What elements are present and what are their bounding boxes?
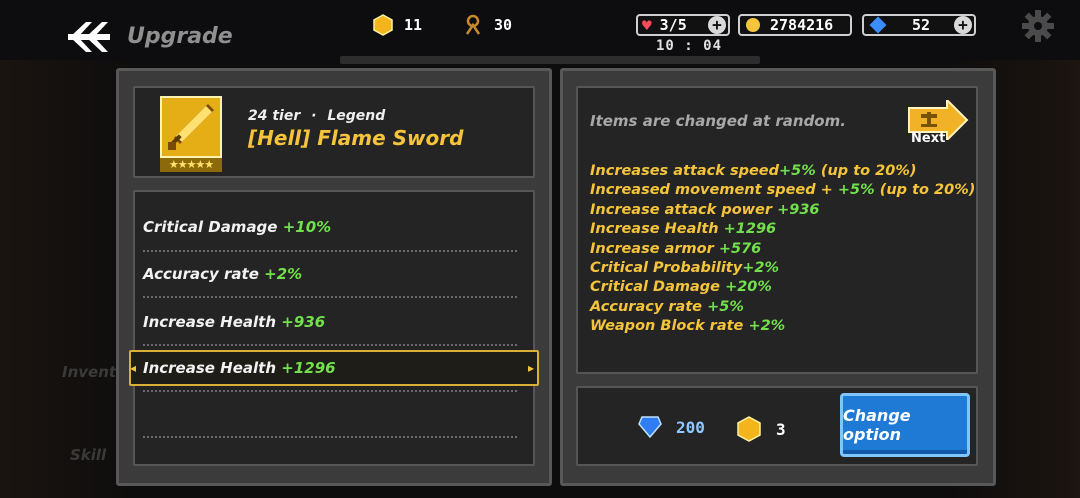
gold-gem-icon: [373, 14, 393, 36]
item-rarity: Legend: [327, 108, 386, 124]
flame-sword-icon: [160, 96, 222, 158]
add-gems-icon[interactable]: +: [954, 16, 972, 34]
gold-gem-icon: [737, 416, 761, 442]
option-row[interactable]: Increase Health +936: [143, 313, 325, 331]
selection-left-marker-icon: ◂: [130, 361, 137, 375]
gem-value: 52: [912, 16, 931, 34]
coin-cost-value: 3: [776, 419, 786, 439]
hearts-value: 3/5: [659, 16, 687, 34]
page-title: Upgrade: [127, 24, 233, 49]
gem-cost: 200: [638, 416, 705, 438]
dungeon-key-icon: [465, 14, 481, 35]
option-value: +2%: [264, 265, 303, 283]
next-label: Next: [911, 131, 946, 146]
selection-right-marker-icon: ▸: [528, 361, 535, 375]
change-option-button[interactable]: Change option: [840, 393, 970, 457]
bg-skill-label: Skill: [70, 446, 107, 464]
possible-option: Critical Probability+2%: [590, 260, 779, 277]
possible-option: Increased movement speed + +5% (up to 20…: [590, 182, 976, 199]
row-divider: [143, 436, 517, 438]
timer: 10 : 04: [656, 38, 723, 54]
row-divider: [143, 250, 517, 252]
option-label: Critical Damage: [143, 218, 278, 236]
option-label: Accuracy rate: [143, 265, 259, 283]
settings-gear-icon[interactable]: [1022, 10, 1054, 42]
selected-option-row[interactable]: Increase Health +1296: [143, 359, 336, 377]
row-divider: [143, 390, 517, 392]
resource-coin-value: 11: [404, 16, 423, 34]
possible-option: Critical Damage +20%: [590, 279, 772, 296]
possible-option: Increase armor +576: [590, 240, 762, 257]
resource-key-value: 30: [494, 16, 513, 34]
coin-cost: 3: [736, 416, 786, 442]
hearts-counter[interactable]: ♥ 3/5 +: [636, 14, 730, 36]
possible-option: Increase attack power +936: [590, 201, 820, 218]
option-row[interactable]: Critical Damage +10%: [143, 218, 331, 236]
option-label: Increase Health: [143, 359, 277, 377]
top-divider: [340, 56, 760, 64]
option-value: +10%: [282, 218, 332, 236]
blue-gem-icon: [638, 416, 662, 438]
possible-option: Weapon Block rate +2%: [590, 318, 786, 335]
random-note: Items are changed at random.: [590, 112, 846, 130]
add-hearts-icon[interactable]: +: [708, 16, 726, 34]
gold-value: 2784216: [770, 16, 834, 34]
item-tier: 24 tier: [248, 108, 301, 124]
back-arrow-icon[interactable]: [66, 20, 112, 54]
possible-option: Increase Health +1296: [590, 221, 777, 238]
possible-option: Increases attack speed+5% (up to 20%): [590, 163, 917, 179]
possible-options-list: Increases attack speed+5% (up to 20%) In…: [590, 162, 975, 337]
gem-cost-value: 200: [676, 417, 705, 437]
option-row[interactable]: Accuracy rate +2%: [143, 265, 302, 283]
next-button[interactable]: Next: [907, 97, 969, 148]
resource-coin-counter: 11: [372, 14, 422, 36]
gold-counter: 2784216: [738, 14, 852, 36]
option-label: Increase Health: [143, 313, 277, 331]
possible-option: Accuracy rate +5%: [590, 298, 744, 315]
row-divider: [143, 296, 517, 298]
item-name: [Hell] Flame Sword: [248, 126, 464, 150]
item-stars: ★★★★★: [160, 158, 222, 172]
gold-coin-icon: [746, 18, 760, 32]
option-value: +936: [281, 313, 326, 331]
row-divider: [143, 344, 517, 346]
gem-counter[interactable]: 52 +: [862, 14, 976, 36]
blue-gem-icon: [869, 16, 887, 34]
option-value: +1296: [281, 359, 336, 377]
heart-icon: ♥: [642, 15, 652, 35]
resource-key-counter: 30: [462, 14, 512, 36]
item-tier-line: 24 tier · Legend: [248, 108, 386, 124]
bg-inventory-label: Invent: [62, 363, 117, 381]
